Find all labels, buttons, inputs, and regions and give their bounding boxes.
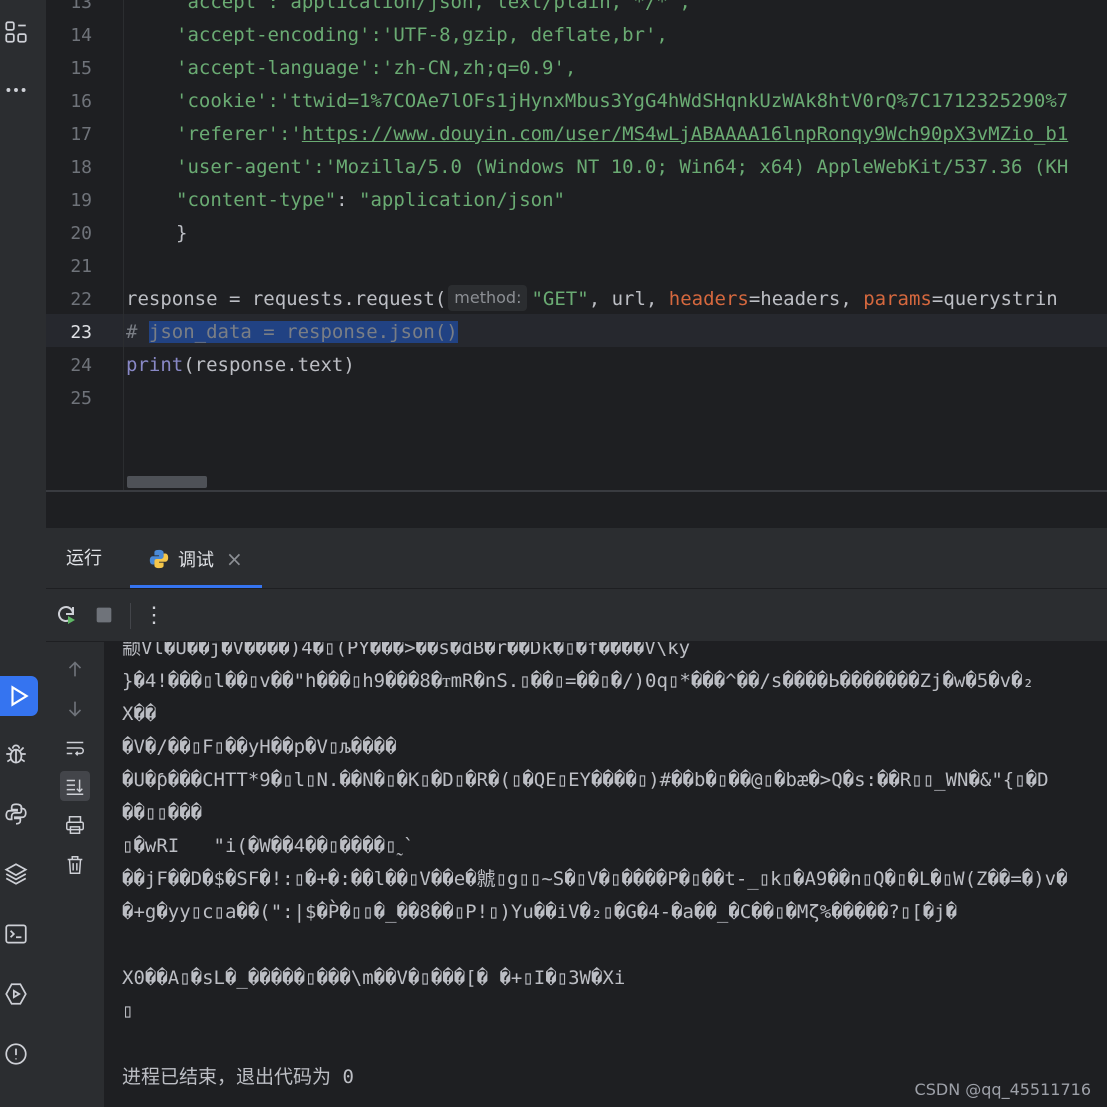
line-number: 20	[70, 223, 92, 244]
code-token: 'referer':	[176, 123, 291, 145]
tab-run[interactable]: 运行	[66, 528, 102, 588]
code-token: '	[290, 123, 302, 145]
rerun-icon[interactable]	[52, 601, 80, 629]
console-line: �V�/��▯F▯��yH��p�V▯љ����	[122, 736, 397, 758]
code-token: 'user-agent':	[176, 156, 325, 178]
console-line: ▯�wRI "i(�W��4��▯����▯˷`	[122, 835, 415, 857]
code-token: =headers,	[748, 288, 864, 310]
activity-bar	[0, 0, 47, 1107]
python-icon	[149, 549, 169, 569]
print-icon[interactable]	[60, 810, 90, 840]
code-line-18: 'user-agent':'Mozilla/5.0 (Windows NT 10…	[176, 151, 1068, 184]
close-icon[interactable]: ×	[226, 547, 243, 571]
code-token: 'accept-language':'zh-CN,zh;q=0.9',	[176, 57, 577, 79]
code-line-13: 'accept':'application/json, text/plain, …	[176, 0, 691, 19]
structure-icon[interactable]	[0, 16, 32, 48]
line-number: 17	[70, 124, 92, 145]
parameter-hint: method:	[448, 285, 528, 311]
code-token: params	[863, 288, 932, 310]
code-token: 'cookie':	[176, 90, 279, 112]
line-number-current: 23	[70, 322, 92, 343]
process-exit-message: 进程已结束，退出代码为 0	[122, 1066, 354, 1088]
line-number: 25	[70, 388, 92, 409]
active-tab-indicator	[130, 585, 262, 588]
line-number: 19	[70, 190, 92, 211]
code-line-19: "content-type": "application/json"	[176, 184, 565, 217]
code-token: "content-type"	[176, 189, 337, 211]
line-number: 16	[70, 91, 92, 112]
debug-tool-window: 运行 调试 × ⋮ 颛Vl�U��j�V����)4�▯(PY���>��s�d…	[46, 528, 1107, 1107]
terminal-icon[interactable]	[0, 918, 32, 950]
scroll-to-end-icon[interactable]	[60, 771, 90, 801]
problems-icon[interactable]	[0, 1038, 32, 1070]
toolbar-separator	[130, 603, 131, 629]
code-token: }	[176, 222, 188, 244]
code-token: print	[126, 354, 184, 376]
console-line: }�4!���▯l��▯v��"h���▯h9���8�ᴛmR�nS.▯��▯=…	[122, 670, 1034, 692]
code-token: =querystrin	[931, 288, 1058, 310]
code-token: #	[126, 321, 149, 343]
console-line: �+g�yy▯c▯a��(":|$�P̀�▯▯�_��8��▯P!▯)Yu��i…	[122, 901, 958, 923]
line-number-gutter: 13 14 15 16 17 18 19 20 21 22 23 24 25	[46, 0, 122, 490]
editor-divider	[46, 490, 1107, 492]
referer-url-link[interactable]: https://www.douyin.com/user/MS4wLjABAAAA…	[302, 123, 1068, 145]
console-side-toolbar	[46, 642, 104, 1107]
down-arrow-icon[interactable]	[60, 694, 90, 724]
code-token: 'accept':'application/json, text/plain, …	[176, 0, 691, 13]
code-line-23: # json_data = response.json()	[126, 316, 458, 349]
code-token: headers	[668, 288, 749, 310]
console-line: X0��A▯�sL�_�����▯���\m��V�▯���[� �+▯I�▯3…	[122, 967, 626, 989]
debug-toolbar: ⋮	[46, 589, 1107, 642]
code-line-15: 'accept-language':'zh-CN,zh;q=0.9',	[176, 52, 576, 85]
code-line-20: }	[176, 217, 187, 250]
trash-icon[interactable]	[60, 850, 90, 880]
code-token: "application/json"	[359, 189, 565, 211]
line-number: 18	[70, 157, 92, 178]
line-number: 14	[70, 25, 92, 46]
tool-window-tabs: 运行 调试 ×	[46, 528, 1107, 589]
debug-bug-icon[interactable]	[0, 738, 32, 770]
code-line-14: 'accept-encoding':'UTF-8,gzip, deflate,b…	[176, 19, 668, 52]
console-line: 颛Vl�U��j�V����)4�▯(PY���>��s�dB�r��Dk�▯�…	[122, 642, 691, 659]
code-line-24: print(response.text)	[126, 349, 355, 382]
code-line-16: 'cookie':'ttwid=1%7COAe7lOFs1jHynxMbus3Y…	[176, 85, 1068, 118]
line-number: 21	[70, 256, 92, 277]
csdn-watermark: CSDN @qq_45511716	[914, 1080, 1091, 1099]
code-editor[interactable]: 13 14 15 16 17 18 19 20 21 22 23 24 25 '…	[46, 0, 1107, 490]
console-line: X��	[122, 703, 157, 725]
code-token: :	[336, 189, 360, 211]
python-console-icon[interactable]	[0, 798, 32, 830]
more-options-icon[interactable]: ⋮	[140, 601, 168, 629]
code-token: 'Mozilla/5.0 (Windows NT 10.0; Win64; x6…	[324, 156, 1069, 178]
more-tools-icon[interactable]	[0, 74, 32, 106]
up-arrow-icon[interactable]	[60, 654, 90, 684]
code-token: (response.text)	[183, 354, 355, 376]
layers-icon[interactable]	[0, 858, 32, 890]
tab-debug-label: 调试	[178, 550, 214, 571]
run-tool-icon[interactable]	[0, 676, 38, 716]
console-output[interactable]: 颛Vl�U��j�V����)4�▯(PY���>��s�dB�r��Dk�▯�…	[104, 642, 1107, 1107]
console-line: ▯	[122, 1000, 134, 1022]
gutter-separator	[123, 0, 124, 490]
selected-code[interactable]: json_data = response.json()	[148, 321, 458, 343]
tab-debug[interactable]: 调试 ×	[130, 528, 259, 588]
code-token: response = requests.request(	[126, 288, 447, 310]
code-token: 'ttwid=1%7COAe7lOFs1jHynxMbus3YgG4hWdSHq…	[278, 90, 1069, 112]
console-line: �U�ƥ���CHTT*9�▯l▯N.��N�▯�K▯�D▯�R�(▯�QE▯E…	[122, 769, 1049, 791]
services-icon[interactable]	[0, 978, 32, 1010]
code-line-17: 'referer':'https://www.douyin.com/user/M…	[176, 118, 1068, 151]
code-token: 'accept-encoding':'UTF-8,gzip, deflate,b…	[176, 24, 668, 46]
code-token: "GET"	[531, 288, 589, 310]
code-token: , url,	[588, 288, 669, 310]
line-number: 22	[70, 289, 92, 310]
stop-icon[interactable]	[90, 601, 118, 629]
line-number: 24	[70, 355, 92, 376]
horizontal-scrollbar[interactable]	[127, 476, 207, 488]
console-line: ��▯▯���	[122, 802, 203, 824]
code-line-22: response = requests.request(method: "GET"…	[126, 283, 1058, 316]
console-line: ��jF��D�$�SF�!:▯�+�:��l��▯V��e�虩▯g▯▯~S�▯…	[122, 868, 1068, 890]
line-number: 15	[70, 58, 92, 79]
soft-wrap-icon[interactable]	[60, 733, 90, 763]
line-number: 13	[70, 0, 92, 13]
